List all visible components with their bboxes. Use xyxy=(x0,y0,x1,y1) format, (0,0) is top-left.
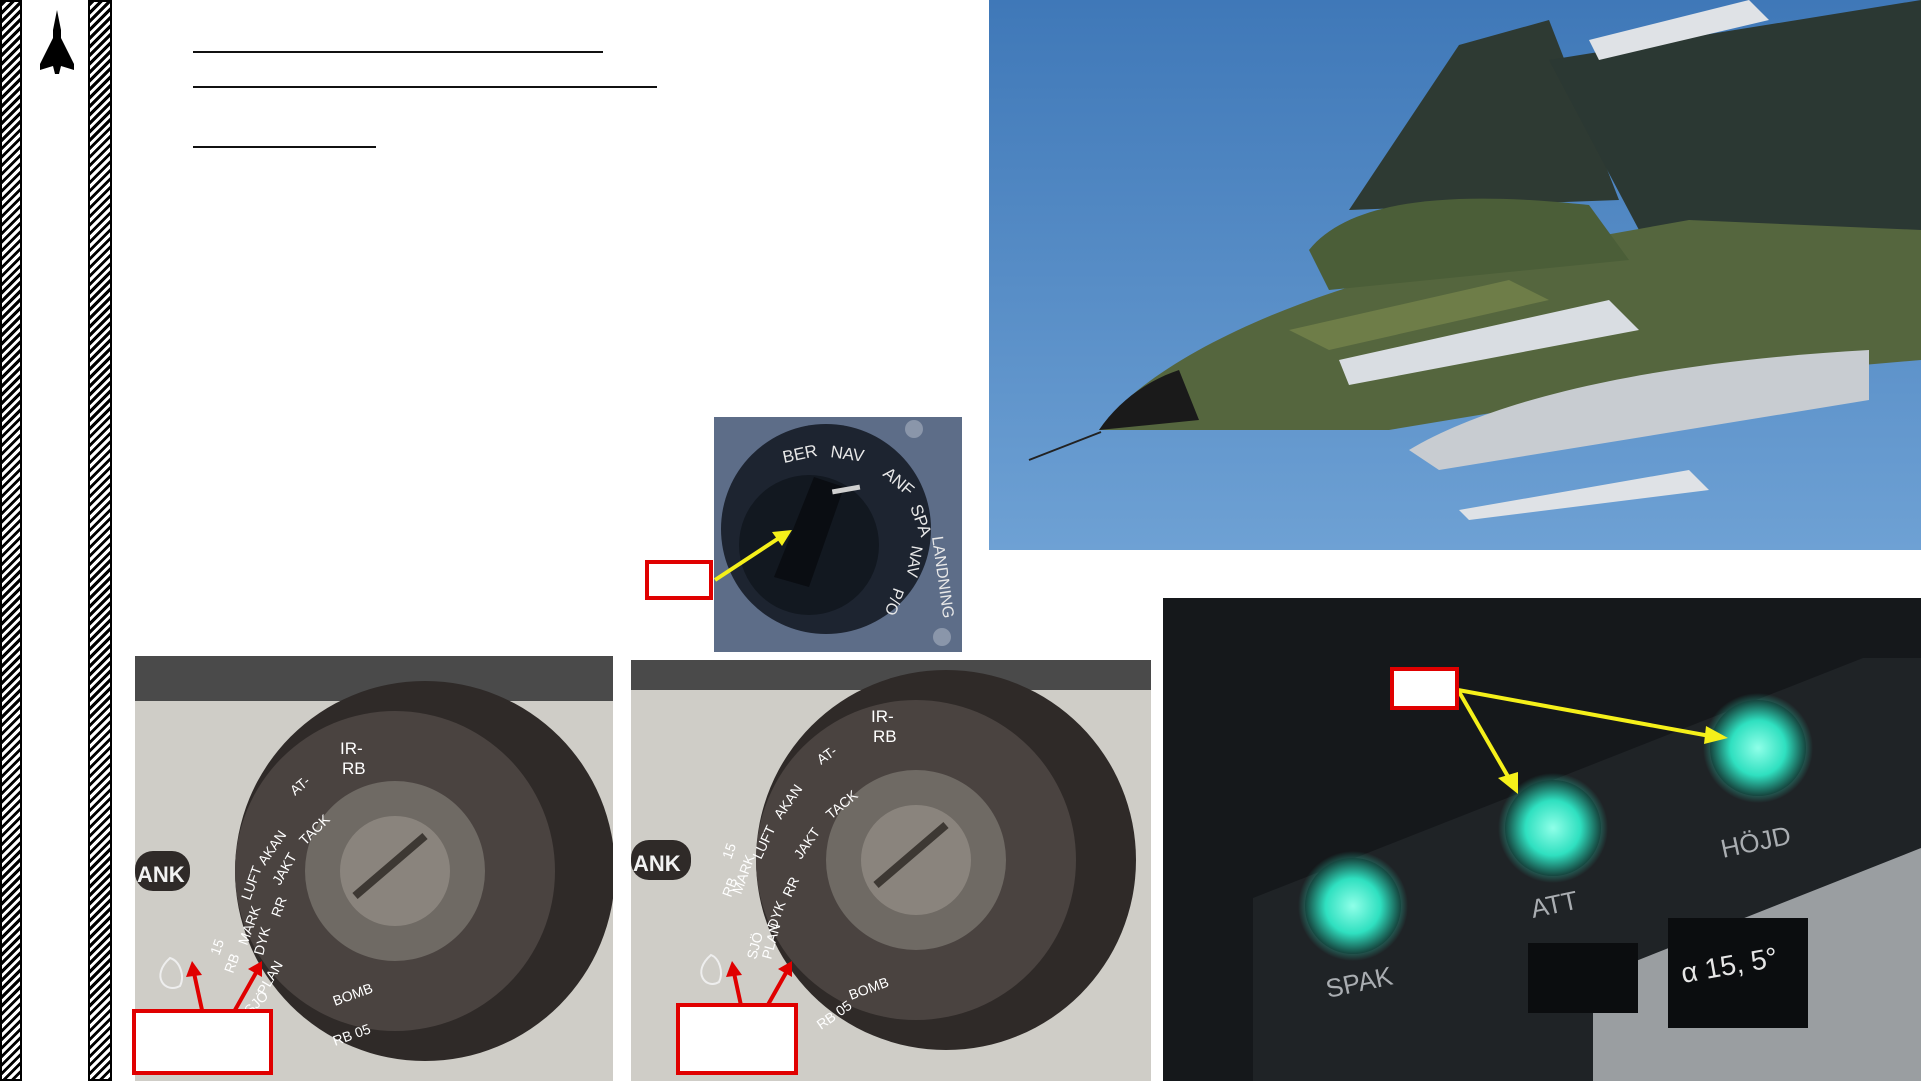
left-label-ank: ANK xyxy=(137,862,185,887)
jet-silhouette-icon xyxy=(34,8,80,78)
right-label-ank: ANK xyxy=(633,851,681,876)
callout-box-weapon-right xyxy=(676,1003,798,1075)
right-label-ir: IR- xyxy=(871,707,894,726)
aircraft-photo xyxy=(989,0,1921,550)
sidebar-hatch-left xyxy=(0,0,22,1081)
title-line-1 xyxy=(193,51,603,53)
left-label-ir: IR- xyxy=(340,739,363,758)
callout-box-weapon-left xyxy=(132,1009,273,1075)
arrow-nav xyxy=(713,530,792,582)
arrows-weapon-left xyxy=(186,961,262,1011)
warning-lights-photo: SPAK ATT HÖJD α 15, 5° xyxy=(1163,598,1921,1081)
title-line-2 xyxy=(193,86,657,88)
left-label-ir-rb: RB xyxy=(342,759,366,778)
subtitle-line xyxy=(193,146,376,148)
arrows-warning-lights xyxy=(1456,688,1728,794)
sidebar-hatch-right xyxy=(88,0,112,1081)
callout-box-lights xyxy=(1390,667,1459,710)
right-label-ir-rb: RB xyxy=(873,727,897,746)
